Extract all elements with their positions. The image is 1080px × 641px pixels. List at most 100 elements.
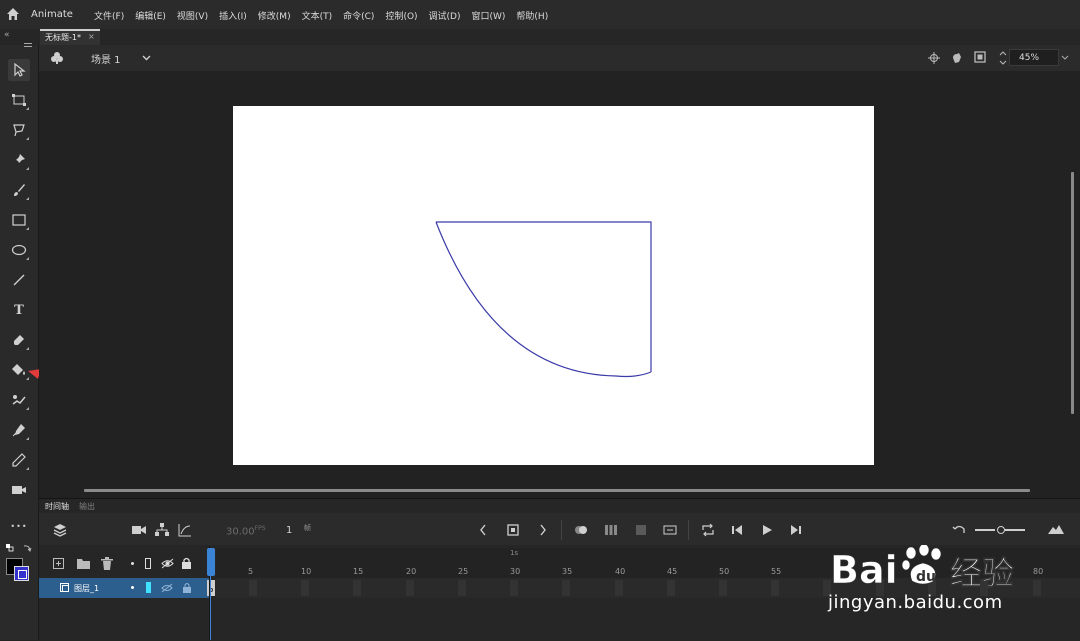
visibility-icon[interactable] [161, 558, 174, 569]
insert-keyframe-icon[interactable] [507, 524, 519, 536]
next-frame-icon[interactable] [539, 524, 547, 536]
frame-zoom-slider-handle[interactable] [997, 526, 1005, 534]
zoom-input[interactable]: 45% [1009, 49, 1059, 66]
onion-skin-icon[interactable] [574, 524, 588, 536]
menu-help[interactable]: 帮助(H) [516, 9, 548, 22]
chevron-down-icon[interactable] [142, 55, 151, 61]
layer-name[interactable]: 图层_1 [74, 583, 99, 594]
clip-stage-icon[interactable] [974, 51, 986, 63]
zoom-dropdown-icon[interactable] [1061, 55, 1069, 60]
menu-control[interactable]: 控制(O) [385, 9, 417, 22]
layer-lock-icon[interactable] [182, 582, 192, 593]
horizontal-scrollbar[interactable] [84, 489, 1030, 492]
create-tween-icon[interactable] [663, 523, 677, 537]
graph-editor-icon[interactable] [178, 523, 192, 537]
eyedropper-tool-icon[interactable] [8, 449, 30, 471]
menu-view[interactable]: 视图(V) [177, 9, 208, 22]
menu-debug[interactable]: 调试(D) [429, 9, 461, 22]
tab-output[interactable]: 输出 [79, 501, 95, 512]
frame-cell[interactable] [458, 580, 466, 596]
frame-cell[interactable] [353, 580, 361, 596]
text-tool-icon[interactable]: T [8, 299, 30, 321]
fps-value[interactable]: 30.00FPS [226, 525, 266, 537]
menu-modify[interactable]: 修改(M) [258, 9, 291, 22]
line-tool-icon[interactable] [8, 269, 30, 291]
camera-icon[interactable] [132, 525, 146, 535]
quarter-shape[interactable] [233, 106, 874, 465]
tab-timeline[interactable]: 时间轴 [45, 501, 69, 512]
ruler-number: 40 [615, 567, 626, 576]
menu-commands[interactable]: 命令(C) [343, 9, 374, 22]
fill-color-swatch[interactable] [14, 566, 29, 581]
ruler-number: 25 [458, 567, 469, 576]
frame-cell[interactable] [615, 580, 623, 596]
pen-tool-icon[interactable] [8, 419, 30, 441]
new-folder-icon[interactable] [77, 558, 90, 569]
layer-parenting-icon[interactable] [155, 523, 169, 537]
play-icon[interactable] [761, 524, 773, 536]
center-frame-icon[interactable] [634, 523, 648, 537]
lasso-tool-icon[interactable] [8, 119, 30, 141]
pin-tool-icon[interactable] [8, 149, 30, 171]
oval-tool-icon[interactable] [8, 239, 30, 261]
playhead[interactable] [207, 548, 215, 576]
fit-frames-icon[interactable] [952, 524, 966, 536]
step-back-icon[interactable] [731, 524, 743, 536]
layer-outline-color[interactable] [146, 582, 151, 593]
layer-visibility-icon[interactable] [161, 583, 173, 593]
outline-icon[interactable] [145, 558, 152, 569]
free-transform-tool-icon[interactable] [8, 89, 30, 111]
selection-tool-icon[interactable] [8, 59, 30, 81]
panel-menu-icon[interactable] [24, 42, 33, 50]
home-icon[interactable] [5, 6, 21, 22]
ruler-number: 50 [719, 567, 730, 576]
frame-cell[interactable] [301, 580, 309, 596]
toolbar-divider [561, 520, 562, 540]
center-stage-icon[interactable] [928, 52, 940, 64]
menu-insert[interactable]: 插入(I) [219, 9, 247, 22]
frame-cell[interactable] [510, 580, 518, 596]
menu-window[interactable]: 窗口(W) [472, 9, 506, 22]
bone-tool-icon[interactable] [8, 389, 30, 411]
new-layer-icon[interactable] [53, 558, 65, 570]
frame-cell[interactable] [406, 580, 414, 596]
paint-brush-tool-icon[interactable] [8, 179, 30, 201]
frame-cell[interactable] [562, 580, 570, 596]
rotate-stage-icon[interactable] [950, 51, 964, 65]
more-tools-icon[interactable]: ••• [8, 515, 30, 537]
menu-edit[interactable]: 编辑(E) [135, 9, 166, 22]
eraser-tool-icon[interactable] [8, 329, 30, 351]
frame-cell[interactable] [719, 580, 727, 596]
edit-multiple-frames-icon[interactable] [604, 523, 618, 537]
vertical-scrollbar[interactable] [1071, 172, 1074, 414]
frame-cell[interactable] [771, 580, 779, 596]
scene-name[interactable]: 场景 1 [91, 51, 121, 66]
current-frame[interactable]: 1 [286, 525, 292, 536]
loop-icon[interactable] [701, 523, 715, 537]
camera-tool-icon[interactable] [8, 479, 30, 501]
frame-cell[interactable] [249, 580, 257, 596]
rectangle-tool-icon[interactable] [8, 209, 30, 231]
document-tab-title: 无标题-1* [45, 33, 81, 42]
document-tab[interactable]: 无标题-1* × [40, 29, 100, 45]
delete-icon[interactable] [101, 557, 113, 570]
menu-file[interactable]: 文件(F) [94, 9, 124, 22]
menu-text[interactable]: 文本(T) [302, 9, 333, 22]
lock-icon[interactable] [181, 557, 192, 569]
layer-highlight-dot[interactable] [131, 586, 134, 589]
collapse-panel-icon[interactable]: « [4, 30, 10, 40]
default-colors-icon[interactable] [6, 544, 14, 552]
zoom-stepper-icon[interactable] [999, 50, 1007, 66]
highlight-dot-icon[interactable] [131, 562, 134, 565]
swap-colors-icon[interactable] [22, 543, 32, 553]
scene-icon[interactable] [50, 51, 64, 65]
ruler-number: 20 [406, 567, 417, 576]
layers-icon[interactable] [53, 523, 67, 537]
layer-row[interactable] [39, 578, 209, 598]
previous-frame-icon[interactable] [479, 524, 487, 536]
close-icon[interactable]: × [88, 32, 95, 41]
stage-canvas[interactable] [233, 106, 874, 465]
frame-cell[interactable] [667, 580, 675, 596]
step-forward-icon[interactable] [790, 524, 802, 536]
mountain-zoom-icon[interactable] [1048, 524, 1064, 534]
